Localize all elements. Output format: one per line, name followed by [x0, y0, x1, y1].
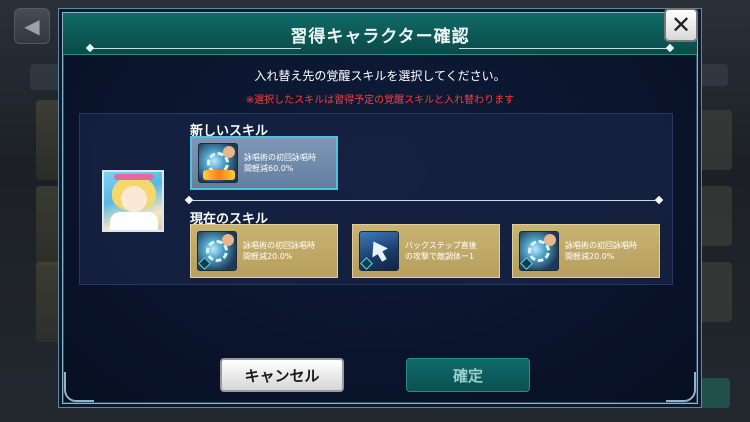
current-skill-card-2[interactable]: バックステップ直後 の攻撃で敵調体ー1 [352, 224, 500, 278]
back-button[interactable]: ◀ [14, 8, 50, 44]
skill-description: バックステップ直後 の攻撃で敵調体ー1 [405, 241, 477, 261]
gear-hand-icon [198, 143, 238, 183]
character-portrait [102, 170, 164, 232]
acquire-character-dialog: 習得キャラクター確認 入れ替え先の覚醒スキルを選択してください。 ※選択したスキ… [62, 12, 698, 404]
close-button[interactable]: ✕ [664, 8, 698, 42]
section-divider [190, 200, 660, 201]
dialog-title: 習得キャラクター確認 [290, 27, 470, 47]
cancel-button[interactable]: キャンセル [220, 358, 344, 392]
divider-diamond-icon [184, 195, 194, 205]
frame-corner-ornament [666, 372, 696, 402]
header-divider [91, 48, 301, 49]
game-screen: ◀ 習得キャラクター確認 入れ替え先の覚醒スキルを選択してください。 ※選択した… [0, 0, 750, 422]
new-skill-card[interactable]: 詠唱術の初回詠唱時 間軽減60.0% [190, 136, 338, 190]
dialog-header: 習得キャラクター確認 [63, 13, 697, 55]
header-divider [459, 48, 669, 49]
current-skill-card-1[interactable]: 詠唱術の初回詠唱時 間軽減20.0% [190, 224, 338, 278]
backstep-arrow-icon [359, 231, 399, 271]
divider-diamond-icon [654, 195, 664, 205]
gear-hand-icon [197, 231, 237, 271]
skill-description: 詠唱術の初回詠唱時 間軽減60.0% [244, 153, 316, 173]
skill-description: 詠唱術の初回詠唱時 間軽減20.0% [243, 241, 315, 261]
confirm-button[interactable]: 確定 [406, 358, 530, 392]
warning-text: ※選択したスキルは習得予定の覚醒スキルと入れ替わります [245, 95, 515, 106]
frame-corner-ornament [64, 372, 94, 402]
gear-hand-icon [519, 231, 559, 271]
instruction-text: 入れ替え先の覚醒スキルを選択してください。 [254, 69, 506, 83]
skill-description: 詠唱術の初回詠唱時 間軽減20.0% [565, 241, 637, 261]
skill-panel: 新しいスキル 詠唱術の初回詠唱時 間軽減60.0% 現在のスキル 詠唱術の初回詠… [79, 113, 673, 285]
current-skill-card-3[interactable]: 詠唱術の初回詠唱時 間軽減20.0% [512, 224, 660, 278]
